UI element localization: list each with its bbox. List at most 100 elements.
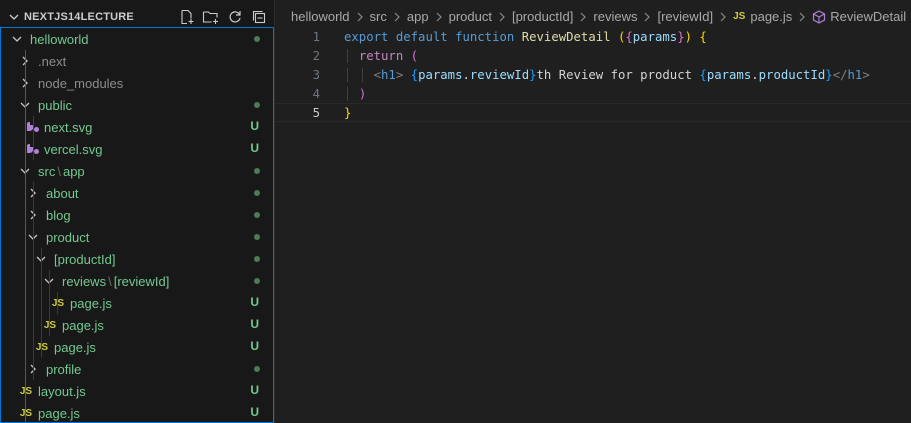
folder-next[interactable]: .next <box>1 50 273 72</box>
indent-guide <box>33 182 34 204</box>
workspace-title: NEXTJS14LECTURE <box>24 10 134 23</box>
indent-guide <box>33 138 34 160</box>
tree-item-label: vercel.svg <box>44 141 103 157</box>
indent-guide <box>33 270 34 292</box>
variable: params <box>418 67 463 82</box>
file-next-svg[interactable]: next.svg U <box>1 116 273 138</box>
chevron-down-icon[interactable] <box>9 31 25 47</box>
code-area[interactable]: 1 export default function ReviewDetail (… <box>275 27 911 122</box>
folder-about[interactable]: about <box>1 182 273 204</box>
js-file-icon: JS <box>17 405 35 421</box>
new-file-icon[interactable] <box>178 8 196 26</box>
indent-guide <box>347 86 348 101</box>
git-status-badge: U <box>250 119 259 133</box>
indent-guide <box>33 314 34 336</box>
bracket: } <box>529 67 537 82</box>
tree-item-label: blog <box>46 207 71 223</box>
indent-guide <box>41 292 42 314</box>
indent-guide <box>25 72 26 94</box>
indent-guide <box>25 314 26 336</box>
indent-guide <box>25 160 26 182</box>
indent-guide <box>347 67 348 82</box>
tree-item-label: src <box>38 163 56 179</box>
new-folder-icon[interactable] <box>202 8 220 26</box>
breadcrumb-file[interactable]: page.js <box>750 9 792 24</box>
git-status-badge: U <box>250 405 259 419</box>
chevron-down-icon[interactable] <box>6 9 22 25</box>
line-number: 5 <box>312 105 320 120</box>
breadcrumb-item[interactable]: helloworld <box>291 9 350 24</box>
folder-src[interactable]: src \ app <box>1 160 273 182</box>
tree-item-label: [reviewId] <box>113 273 170 289</box>
indent-guide <box>49 270 50 292</box>
code-line-current[interactable]: 5 } <box>275 103 911 122</box>
breadcrumb-item[interactable]: reviews <box>593 9 637 24</box>
indent-guide <box>25 182 26 204</box>
editor-pane: helloworld src app product [productId] review… <box>275 0 911 423</box>
git-modified-dot <box>254 190 260 196</box>
breadcrumb-symbol[interactable]: ReviewDetail <box>830 9 906 24</box>
collapse-all-icon[interactable] <box>250 8 268 26</box>
file-page-js[interactable]: JSpage.js U <box>1 336 273 358</box>
indent-guide <box>25 226 26 248</box>
breadcrumb-item[interactable]: src <box>370 9 387 24</box>
bracket: { <box>625 29 633 44</box>
property: reviewId <box>469 67 530 82</box>
breadcrumb-item[interactable]: app <box>407 9 429 24</box>
folder-reviews[interactable]: reviews \ [reviewId] <box>1 270 273 292</box>
line-number: 1 <box>312 29 320 44</box>
breadcrumb-item[interactable]: [reviewId] <box>657 9 713 24</box>
code-line[interactable]: 2 return ( <box>275 46 911 65</box>
path-separator: \ <box>57 163 61 179</box>
folder-node-modules[interactable]: node_modules <box>1 72 273 94</box>
path-separator: \ <box>108 273 112 289</box>
indent-guide <box>25 50 26 72</box>
code-line[interactable]: 1 export default function ReviewDetail (… <box>275 27 911 46</box>
parameter: params <box>632 29 678 44</box>
folder-profile[interactable]: profile <box>1 358 273 380</box>
js-file-icon: JS <box>17 383 35 399</box>
folder-productid[interactable]: [productId] <box>1 248 273 270</box>
file-layout-js[interactable]: JSlayout.js U <box>1 380 273 402</box>
git-status-badge: U <box>250 317 259 331</box>
file-page-js[interactable]: JSpage.js U <box>1 292 273 314</box>
chevron-right-icon <box>719 12 727 22</box>
bracket: } <box>677 29 685 44</box>
folder-helloworld[interactable]: helloworld <box>1 28 273 50</box>
file-page-js[interactable]: JSpage.js U <box>1 402 273 423</box>
chevron-right-icon <box>393 12 401 22</box>
folder-product[interactable]: product <box>1 226 273 248</box>
tag-bracket: < <box>373 67 382 82</box>
file-vercel-svg[interactable]: vercel.svg U <box>1 138 273 160</box>
git-modified-dot <box>254 278 260 284</box>
breadcrumb-item[interactable]: product <box>449 9 492 24</box>
folder-public[interactable]: public <box>1 94 273 116</box>
indent-guide <box>25 248 26 270</box>
indent-guide <box>33 336 34 358</box>
tree-item-label: layout.js <box>38 383 86 399</box>
folder-blog[interactable]: blog <box>1 204 273 226</box>
bracket: } <box>344 105 352 120</box>
indent-guide <box>33 116 34 138</box>
git-modified-dot <box>254 234 260 240</box>
explorer-actions <box>178 8 268 26</box>
breadcrumb-item[interactable]: [productId] <box>512 9 573 24</box>
file-page-js[interactable]: JSpage.js U <box>1 314 273 336</box>
code-line[interactable]: 4 ) <box>275 84 911 103</box>
tree-item-label: about <box>46 185 79 201</box>
refresh-icon[interactable] <box>226 8 244 26</box>
code-line[interactable]: 3 <h1> {params.reviewId}th Review for pr… <box>275 65 911 84</box>
bracket: ( <box>410 48 419 63</box>
indent-guide <box>25 270 26 292</box>
chevron-right-icon <box>498 12 506 22</box>
keyword: return <box>358 48 404 63</box>
line-number: 4 <box>312 86 320 101</box>
js-file-icon: JS <box>733 11 746 22</box>
indent-guide <box>41 314 42 336</box>
indent-guide <box>25 138 26 160</box>
tree-item-label: node_modules <box>38 75 124 91</box>
git-status-badge: U <box>250 141 259 155</box>
indent-guide <box>25 94 26 116</box>
bracket: { <box>699 29 707 44</box>
git-modified-dot <box>254 102 260 108</box>
